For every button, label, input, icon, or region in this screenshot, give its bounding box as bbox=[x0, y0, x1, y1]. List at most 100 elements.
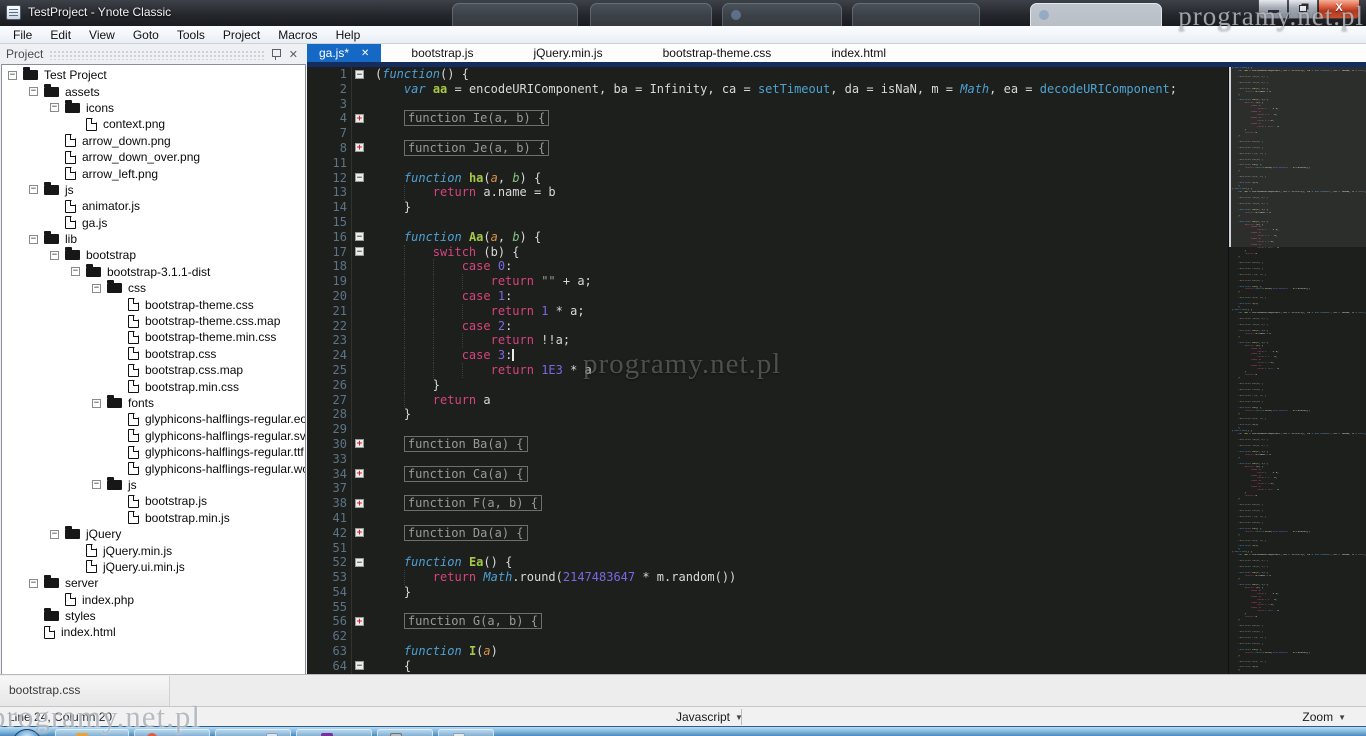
tab-ga-js-[interactable]: ga.js* ✕ bbox=[307, 44, 382, 62]
minimap[interactable]: (function() { var aa = encodeURIComponen… bbox=[1228, 67, 1366, 674]
fold-collapsed-icon[interactable]: + bbox=[355, 113, 364, 123]
tree-item-arrow-down-png[interactable]: arrow_down.png bbox=[2, 133, 305, 149]
tree-item-jquery-ui-min-js[interactable]: jQuery.ui.min.js bbox=[2, 559, 305, 575]
tree-item-icons[interactable]: − icons bbox=[2, 99, 305, 116]
tree-collapse-icon[interactable]: − bbox=[92, 480, 101, 490]
tree-item-js[interactable]: − js bbox=[2, 476, 305, 493]
tree-item-css[interactable]: − css bbox=[2, 280, 305, 296]
tree-collapse-icon[interactable]: − bbox=[50, 529, 59, 539]
tree-item-jquery[interactable]: − jQuery bbox=[2, 526, 305, 542]
tree-item-jquery-min-js[interactable]: jQuery.min.js bbox=[2, 542, 305, 558]
menu-view[interactable]: View bbox=[80, 26, 124, 44]
code-text: return Math.round(2147483647 * m.random(… bbox=[432, 570, 737, 585]
fold-expanded-icon[interactable]: − bbox=[355, 247, 364, 257]
tab-bootstrap-theme-css[interactable]: bootstrap-theme.css bbox=[633, 44, 802, 62]
minimap-viewport[interactable] bbox=[1229, 67, 1366, 247]
tree-item-bootstrap-theme-css-map[interactable]: bootstrap-theme.css.map bbox=[2, 313, 305, 329]
tree-item-bootstrap[interactable]: − bootstrap bbox=[2, 247, 305, 263]
taskbar-button[interactable] bbox=[296, 729, 372, 736]
taskbar-button[interactable] bbox=[215, 729, 291, 736]
tree-item-bootstrap-min-js[interactable]: bootstrap.min.js bbox=[2, 510, 305, 526]
language-selector[interactable]: Javascript ▼ bbox=[676, 710, 743, 724]
tree-item-index-html[interactable]: index.html bbox=[2, 624, 305, 640]
pin-icon[interactable] bbox=[269, 48, 282, 61]
tree-collapse-icon[interactable]: − bbox=[50, 103, 59, 113]
tree-collapse-icon[interactable]: − bbox=[92, 398, 101, 408]
restore-button[interactable] bbox=[1288, 0, 1318, 19]
tree-item-bootstrap-theme-css[interactable]: bootstrap-theme.css bbox=[2, 296, 305, 312]
tree-item-test-project[interactable]: − Test Project bbox=[2, 67, 305, 83]
fold-collapsed-icon[interactable]: + bbox=[355, 469, 364, 479]
fold-collapsed-icon[interactable]: + bbox=[355, 143, 364, 153]
tree-item-arrow-down-over-png[interactable]: arrow_down_over.png bbox=[2, 149, 305, 165]
fold-expanded-icon[interactable]: − bbox=[355, 661, 364, 671]
tree-collapse-icon[interactable]: − bbox=[8, 70, 17, 80]
tree-item-js[interactable]: − js bbox=[2, 181, 305, 198]
fold-collapsed-icon[interactable]: + bbox=[355, 616, 364, 626]
fold-expanded-icon[interactable]: − bbox=[355, 557, 364, 567]
fold-collapsed-icon[interactable]: + bbox=[355, 528, 364, 538]
tree-item-server[interactable]: − server bbox=[2, 575, 305, 591]
tree-item-lib[interactable]: − lib bbox=[2, 231, 305, 247]
tree-collapse-icon[interactable]: − bbox=[29, 185, 38, 195]
start-orb[interactable] bbox=[12, 729, 42, 736]
tree-item-bootstrap-min-css[interactable]: bootstrap.min.css bbox=[2, 378, 305, 394]
fold-expanded-icon[interactable]: − bbox=[355, 69, 364, 79]
close-button[interactable]: X bbox=[1318, 0, 1360, 19]
tree-item-context-png[interactable]: context.png bbox=[2, 116, 305, 132]
line-number: 55 bbox=[332, 599, 347, 614]
menu-tools[interactable]: Tools bbox=[168, 26, 214, 44]
line-number: 52 bbox=[332, 555, 347, 570]
tab-bootstrap-js[interactable]: bootstrap.js bbox=[381, 44, 503, 62]
tab-index-html[interactable]: index.html bbox=[801, 44, 916, 62]
taskbar-button[interactable] bbox=[55, 729, 129, 736]
menu-help[interactable]: Help bbox=[327, 26, 370, 44]
title-bar[interactable]: TestProject - Ynote Classic X bbox=[0, 0, 1366, 26]
tree-item-styles[interactable]: styles bbox=[2, 608, 305, 624]
menu-macros[interactable]: Macros bbox=[269, 26, 326, 44]
code-line-52: 52− function Ea() { bbox=[307, 555, 1228, 570]
tree-item-label: glyphicons-halflings-regular.woff bbox=[145, 461, 306, 476]
tree-item-label: fonts bbox=[128, 396, 155, 410]
tree-collapse-icon[interactable]: − bbox=[29, 578, 38, 588]
menu-edit[interactable]: Edit bbox=[41, 26, 80, 44]
minimize-button[interactable] bbox=[1258, 0, 1288, 19]
tree-item-index-php[interactable]: index.php bbox=[2, 592, 305, 608]
tree-item-glyphicons-halflings-regular-eot[interactable]: glyphicons-halflings-regular.eot bbox=[2, 411, 305, 427]
tree-item-fonts[interactable]: − fonts bbox=[2, 395, 305, 411]
menu-goto[interactable]: Goto bbox=[124, 26, 168, 44]
tree-item-bootstrap-css[interactable]: bootstrap.css bbox=[2, 346, 305, 362]
tree-item-bootstrap-theme-min-css[interactable]: bootstrap-theme.min.css bbox=[2, 329, 305, 345]
tree-item-glyphicons-halflings-regular-woff[interactable]: glyphicons-halflings-regular.woff bbox=[2, 460, 305, 476]
menu-file[interactable]: File bbox=[4, 26, 41, 44]
fold-expanded-icon[interactable]: − bbox=[355, 173, 364, 183]
tree-item-bootstrap-css-map[interactable]: bootstrap.css.map bbox=[2, 362, 305, 378]
tree-collapse-icon[interactable]: − bbox=[92, 283, 101, 293]
line-number: 28 bbox=[332, 407, 347, 422]
tree-collapse-icon[interactable]: − bbox=[29, 87, 38, 97]
tree-item-assets[interactable]: − assets bbox=[2, 83, 305, 99]
tree-item-glyphicons-halflings-regular-ttf[interactable]: glyphicons-halflings-regular.ttf bbox=[2, 444, 305, 460]
tree-item-ga-js[interactable]: ga.js bbox=[2, 215, 305, 231]
menu-project[interactable]: Project bbox=[214, 26, 269, 44]
taskbar-button[interactable] bbox=[134, 729, 210, 736]
tree-item-animator-js[interactable]: animator.js bbox=[2, 198, 305, 214]
tab-close-icon[interactable]: ✕ bbox=[361, 48, 369, 59]
tree-item-bootstrap-js[interactable]: bootstrap.js bbox=[2, 493, 305, 509]
zoom-selector[interactable]: Zoom ▼ bbox=[1302, 710, 1346, 724]
tree-item-glyphicons-halflings-regular-svg[interactable]: glyphicons-halflings-regular.svg bbox=[2, 428, 305, 444]
tree-item-arrow-left-png[interactable]: arrow_left.png bbox=[2, 165, 305, 181]
tree-item-bootstrap-3-1-1-dist[interactable]: − bootstrap-3.1.1-dist bbox=[2, 263, 305, 280]
fold-expanded-icon[interactable]: − bbox=[355, 232, 364, 242]
code-editor[interactable]: 1− (function() {2 var aa = encodeURICompo… bbox=[307, 67, 1228, 674]
panel-close-icon[interactable]: ✕ bbox=[286, 48, 301, 61]
taskbar-button[interactable] bbox=[438, 729, 494, 736]
taskbar-button[interactable] bbox=[377, 729, 433, 736]
tab-jquery-min-js[interactable]: jQuery.min.js bbox=[503, 44, 632, 62]
fold-collapsed-icon[interactable]: + bbox=[355, 498, 364, 508]
tree-collapse-icon[interactable]: − bbox=[50, 250, 59, 260]
fold-collapsed-icon[interactable]: + bbox=[355, 439, 364, 449]
tree-collapse-icon[interactable]: − bbox=[71, 267, 80, 277]
folder-icon bbox=[23, 67, 38, 81]
tree-collapse-icon[interactable]: − bbox=[29, 234, 38, 244]
